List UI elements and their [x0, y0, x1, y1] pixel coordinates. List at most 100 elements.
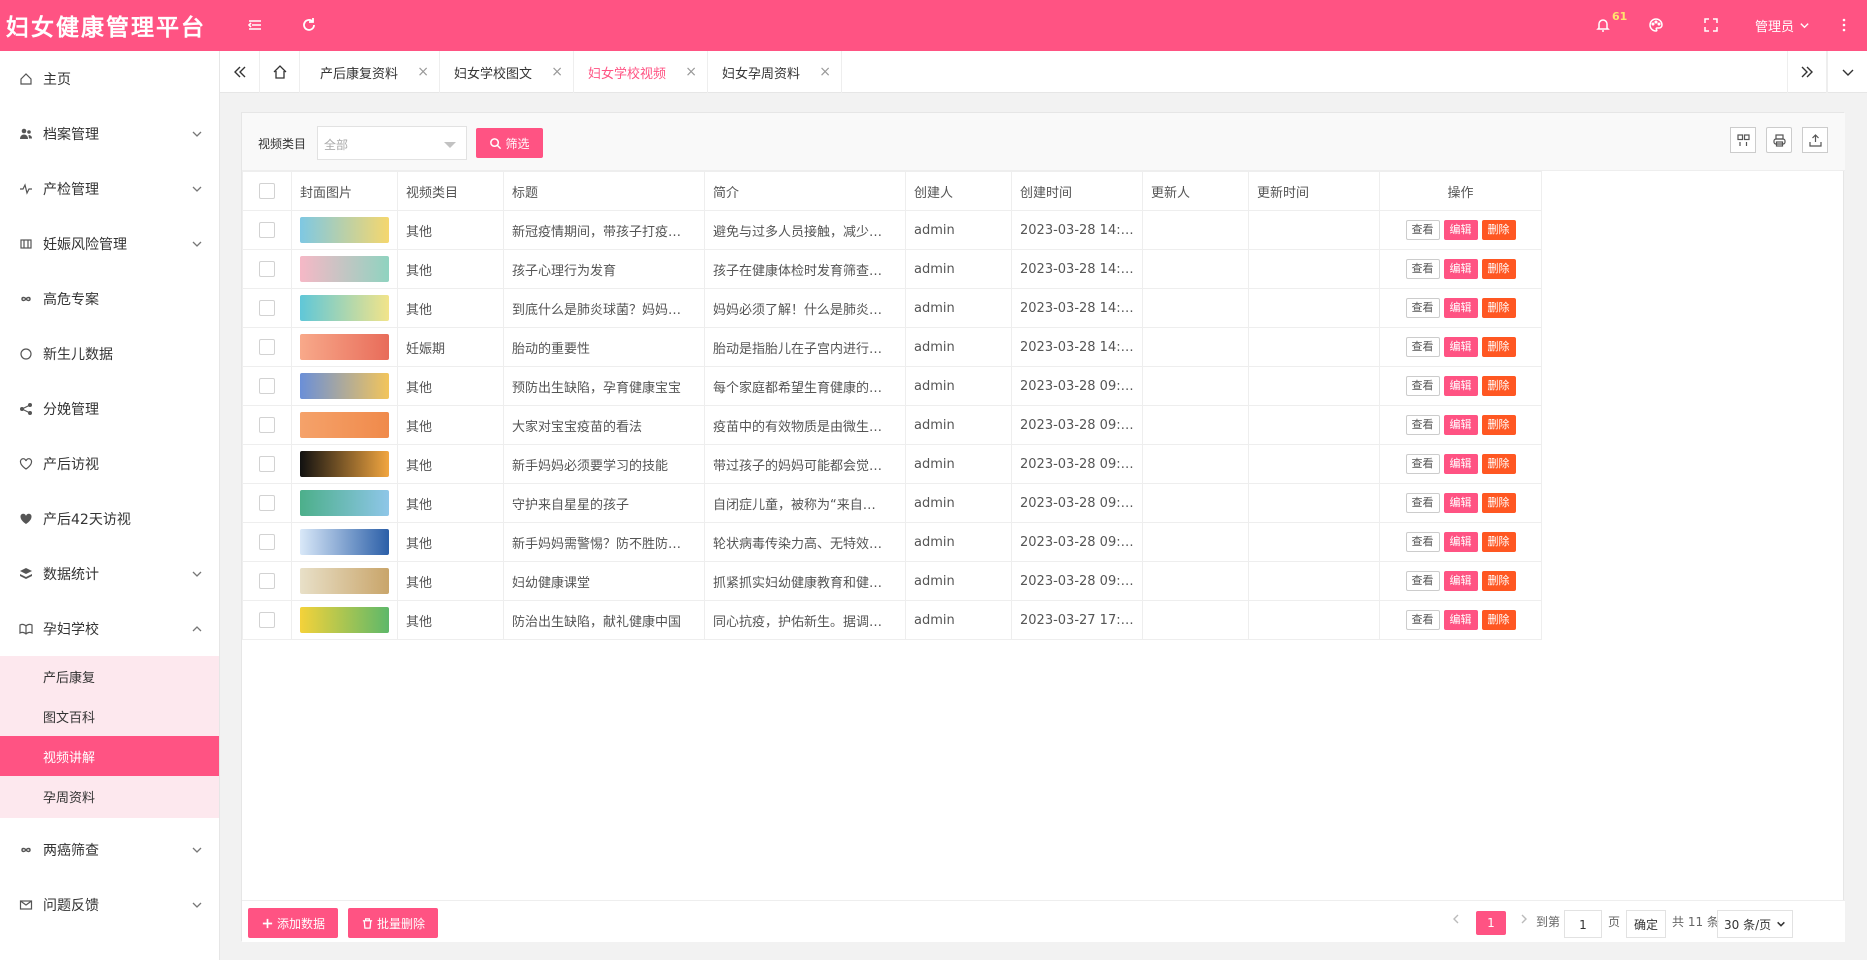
select-all-checkbox[interactable]: [259, 183, 275, 199]
sidebar-item-home[interactable]: 主页: [0, 51, 219, 106]
sidebar-item-newborn[interactable]: 新生儿数据: [0, 326, 219, 381]
edit-button[interactable]: 编辑: [1443, 220, 1478, 240]
delete-button[interactable]: 删除: [1481, 493, 1516, 513]
row-checkbox[interactable]: [259, 495, 275, 511]
row-checkbox[interactable]: [259, 300, 275, 316]
delete-button[interactable]: 删除: [1481, 571, 1516, 591]
tabs-scroll-left-icon[interactable]: [220, 51, 260, 93]
row-checkbox[interactable]: [259, 222, 275, 238]
view-button[interactable]: 查看: [1405, 610, 1440, 630]
delete-button[interactable]: 删除: [1481, 298, 1516, 318]
edit-button[interactable]: 编辑: [1443, 610, 1478, 630]
row-checkbox-cell[interactable]: [242, 444, 292, 484]
close-icon[interactable]: ×: [551, 64, 563, 80]
sidebar-item-statistics[interactable]: 数据统计: [0, 546, 219, 601]
row-checkbox[interactable]: [259, 261, 275, 277]
sidebar-item-delivery[interactable]: 分娩管理: [0, 381, 219, 436]
edit-button[interactable]: 编辑: [1443, 532, 1478, 552]
row-checkbox[interactable]: [259, 534, 275, 550]
row-checkbox-cell[interactable]: [242, 561, 292, 601]
row-checkbox-cell[interactable]: [242, 405, 292, 445]
tab-school-videos[interactable]: 妇女学校视频 ×: [574, 51, 708, 93]
tab-home-icon[interactable]: [260, 51, 300, 93]
row-checkbox[interactable]: [259, 456, 275, 472]
filter-button[interactable]: 筛选: [476, 128, 543, 158]
row-checkbox-cell[interactable]: [242, 288, 292, 328]
columns-filter-icon[interactable]: [1730, 127, 1756, 153]
edit-button[interactable]: 编辑: [1443, 415, 1478, 435]
view-button[interactable]: 查看: [1405, 415, 1440, 435]
row-checkbox[interactable]: [259, 378, 275, 394]
close-icon[interactable]: ×: [819, 64, 831, 80]
row-checkbox-cell[interactable]: [242, 522, 292, 562]
row-checkbox-cell[interactable]: [242, 249, 292, 289]
sidebar-item-pregnancy-risk[interactable]: 妊娠风险管理: [0, 216, 219, 271]
delete-button[interactable]: 删除: [1481, 454, 1516, 474]
sidebar-item-checkup[interactable]: 产检管理: [0, 161, 219, 216]
sidebar-item-two-cancer[interactable]: 两癌筛查: [0, 822, 219, 877]
edit-button[interactable]: 编辑: [1443, 454, 1478, 474]
page-size-select[interactable]: 30 条/页: [1717, 910, 1793, 938]
goto-confirm-button[interactable]: 确定: [1626, 910, 1666, 938]
sidebar-item-records[interactable]: 档案管理: [0, 106, 219, 161]
delete-button[interactable]: 删除: [1481, 415, 1516, 435]
prev-page-icon[interactable]: [1450, 913, 1462, 925]
delete-button[interactable]: 删除: [1481, 337, 1516, 357]
current-page[interactable]: 1: [1476, 911, 1506, 935]
view-button[interactable]: 查看: [1405, 493, 1440, 513]
tabs-scroll-right-icon[interactable]: [1787, 51, 1827, 93]
row-checkbox-cell[interactable]: [242, 210, 292, 250]
cover-thumbnail[interactable]: [300, 451, 389, 477]
cover-thumbnail[interactable]: [300, 217, 389, 243]
row-checkbox[interactable]: [259, 417, 275, 433]
view-button[interactable]: 查看: [1405, 337, 1440, 357]
cover-thumbnail[interactable]: [300, 529, 389, 555]
palette-icon[interactable]: [1647, 16, 1665, 34]
bell-icon[interactable]: [1594, 16, 1612, 34]
close-icon[interactable]: ×: [417, 64, 429, 80]
delete-button[interactable]: 删除: [1481, 220, 1516, 240]
goto-page-input[interactable]: 1: [1564, 910, 1602, 938]
delete-button[interactable]: 删除: [1481, 532, 1516, 552]
edit-button[interactable]: 编辑: [1443, 571, 1478, 591]
submenu-item-encyclopedia[interactable]: 图文百科: [0, 696, 219, 736]
row-checkbox-cell[interactable]: [242, 600, 292, 640]
view-button[interactable]: 查看: [1405, 220, 1440, 240]
delete-button[interactable]: 删除: [1481, 610, 1516, 630]
tabs-menu-chevron-down-icon[interactable]: [1827, 51, 1867, 93]
menu-toggle-icon[interactable]: [246, 16, 264, 34]
cover-thumbnail[interactable]: [300, 256, 389, 282]
submenu-item-video[interactable]: 视频讲解: [0, 736, 219, 776]
row-checkbox-cell[interactable]: [242, 327, 292, 367]
user-menu[interactable]: 管理员: [1755, 16, 1810, 35]
tab-school-articles[interactable]: 妇女学校图文 ×: [440, 51, 574, 93]
next-page-icon[interactable]: [1518, 913, 1530, 925]
more-vertical-icon[interactable]: [1835, 16, 1853, 34]
sidebar-item-high-risk[interactable]: 高危专案: [0, 271, 219, 326]
view-button[interactable]: 查看: [1405, 454, 1440, 474]
category-select[interactable]: 全部: [317, 126, 467, 160]
view-button[interactable]: 查看: [1405, 376, 1440, 396]
print-icon[interactable]: [1766, 127, 1792, 153]
fullscreen-icon[interactable]: [1702, 16, 1720, 34]
edit-button[interactable]: 编辑: [1443, 376, 1478, 396]
delete-button[interactable]: 删除: [1481, 376, 1516, 396]
select-all-checkbox-cell[interactable]: [242, 171, 292, 211]
edit-button[interactable]: 编辑: [1443, 259, 1478, 279]
row-checkbox[interactable]: [259, 612, 275, 628]
edit-button[interactable]: 编辑: [1443, 298, 1478, 318]
add-data-button[interactable]: 添加数据: [248, 908, 338, 938]
export-icon[interactable]: [1802, 127, 1828, 153]
sidebar-item-feedback[interactable]: 问题反馈: [0, 877, 219, 932]
edit-button[interactable]: 编辑: [1443, 337, 1478, 357]
view-button[interactable]: 查看: [1405, 298, 1440, 318]
batch-delete-button[interactable]: 批量删除: [348, 908, 438, 938]
view-button[interactable]: 查看: [1405, 532, 1440, 552]
submenu-item-postnatal-recovery[interactable]: 产后康复: [0, 656, 219, 696]
cover-thumbnail[interactable]: [300, 607, 389, 633]
submenu-item-weekly[interactable]: 孕周资料: [0, 776, 219, 816]
row-checkbox-cell[interactable]: [242, 366, 292, 406]
row-checkbox-cell[interactable]: [242, 483, 292, 523]
row-checkbox[interactable]: [259, 573, 275, 589]
sidebar-item-postnatal-visit[interactable]: 产后访视: [0, 436, 219, 491]
